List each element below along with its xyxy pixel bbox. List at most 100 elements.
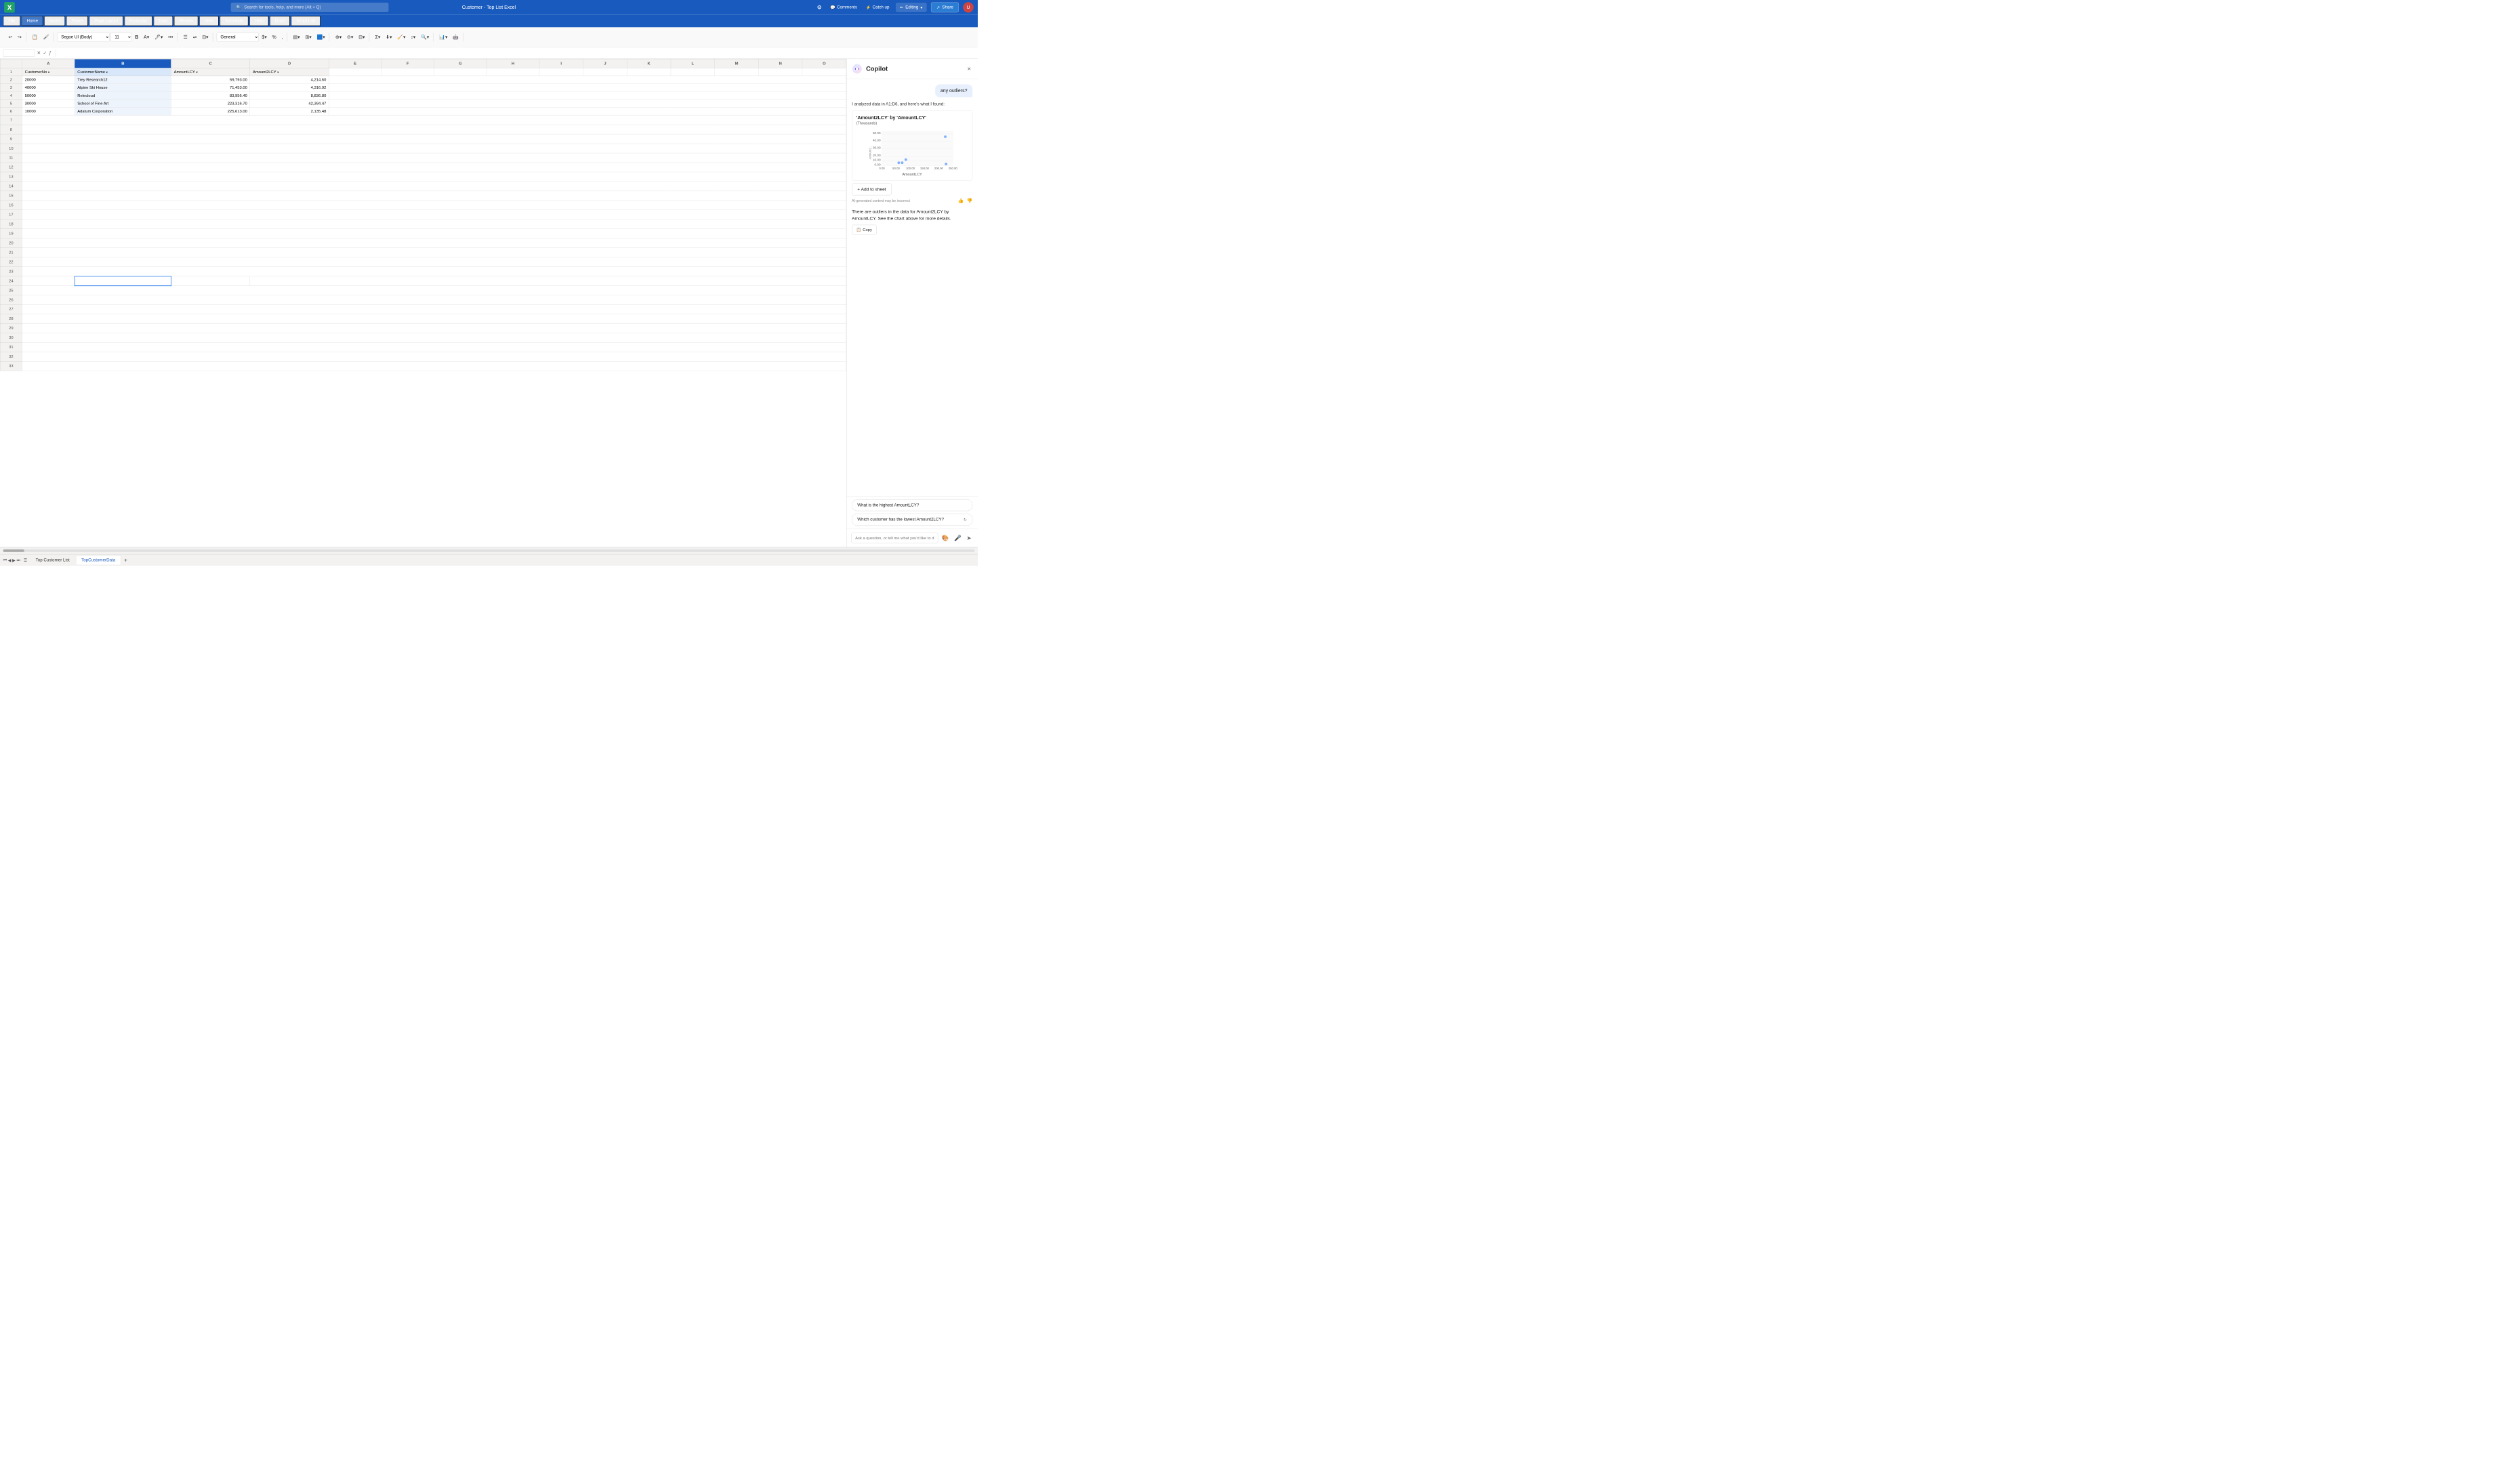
col-header-m[interactable]: M	[715, 59, 759, 68]
cell-c1[interactable]: AmountLCY ▾	[171, 68, 249, 76]
cell-a4[interactable]: 50000	[22, 91, 75, 100]
horizontal-scrollbar[interactable]	[3, 549, 975, 552]
menu-item-help[interactable]: Help	[249, 16, 268, 26]
cell-a1[interactable]: CustomerNo ▾	[22, 68, 75, 76]
last-sheet-button[interactable]: ⏭	[16, 558, 20, 563]
cell-a3[interactable]: 40000	[22, 84, 75, 92]
format-cells-button[interactable]: ⊟▾	[356, 33, 367, 42]
menu-item-draw[interactable]: Draw	[270, 16, 290, 26]
align-left-button[interactable]: ☰	[181, 33, 189, 42]
col-header-h[interactable]: H	[487, 59, 539, 68]
cell-f1[interactable]	[381, 68, 434, 76]
fill-button[interactable]: ⬇▾	[384, 33, 394, 42]
cell-a24[interactable]	[22, 276, 75, 286]
cell-a5[interactable]: 30000	[22, 100, 75, 108]
cell-b5[interactable]: School of Fine Art	[75, 100, 171, 108]
sheet-tab-2[interactable]: TopCustomerData	[76, 556, 121, 565]
copilot-input[interactable]	[851, 533, 938, 543]
sum-button[interactable]: Σ▾	[373, 33, 382, 42]
cell-b6[interactable]: Adatum Corporation	[75, 107, 171, 115]
col-header-k[interactable]: K	[627, 59, 671, 68]
thumbs-down-button[interactable]: 👎	[967, 198, 973, 203]
settings-button[interactable]: ⚙	[815, 2, 824, 13]
col-header-a[interactable]: A	[22, 59, 75, 68]
suggestion-chip-1[interactable]: What is the highest AmountLCY?	[852, 499, 972, 511]
menu-item-home[interactable]: Home	[22, 16, 43, 26]
cell-a6[interactable]: 10000	[22, 107, 75, 115]
currency-button[interactable]: $▾	[260, 33, 269, 42]
percent-button[interactable]: %	[270, 33, 278, 42]
menu-item-data[interactable]: Data	[153, 16, 173, 26]
add-sheet-button[interactable]: +	[122, 556, 129, 564]
cell-o1[interactable]	[802, 68, 846, 76]
menu-item-review[interactable]: Review	[174, 16, 199, 26]
find-button[interactable]: 🔍▾	[419, 33, 431, 42]
col-header-n[interactable]: N	[758, 59, 802, 68]
more-font-button[interactable]: •••	[166, 33, 175, 42]
cell-l1[interactable]	[671, 68, 715, 76]
cell-b3[interactable]: Alpine Ski House	[75, 84, 171, 92]
avatar[interactable]: U	[963, 2, 974, 13]
col-header-e[interactable]: E	[329, 59, 381, 68]
cell-d4[interactable]: 8,836.80	[250, 91, 329, 100]
confirm-formula-icon[interactable]: ✓	[43, 50, 47, 56]
cell-d6[interactable]: 2,135.48	[250, 107, 329, 115]
menu-item-automate[interactable]: Automate	[220, 16, 249, 26]
conditional-format-button[interactable]: ▤▾	[291, 33, 302, 42]
next-sheet-button[interactable]: ▶	[12, 558, 16, 563]
cell-c6[interactable]: 225,613.00	[171, 107, 249, 115]
cell-b4[interactable]: Relecloud	[75, 91, 171, 100]
col-header-g[interactable]: G	[434, 59, 487, 68]
wrap-text-button[interactable]: ⇌	[190, 33, 199, 42]
font-family-select[interactable]: Segoe UI (Body)	[57, 33, 110, 42]
col-header-f[interactable]: F	[381, 59, 434, 68]
search-bar[interactable]: 🔍 Search for tools, help, and more (Alt …	[231, 3, 389, 12]
copilot-ribbon-button[interactable]: 🤖	[451, 33, 461, 42]
spreadsheet[interactable]: A B C D E F G H I J K L M N O	[0, 59, 846, 547]
col-header-j[interactable]: J	[583, 59, 627, 68]
cell-c2[interactable]: 59,793.00	[171, 76, 249, 84]
undo-button[interactable]: ↩	[6, 33, 14, 42]
cell-d2[interactable]: 4,214.60	[250, 76, 329, 84]
format-painter-button[interactable]: 🖌	[41, 33, 51, 42]
col-header-c[interactable]: C	[171, 59, 249, 68]
cell-e1[interactable]	[329, 68, 381, 76]
cell-d1[interactable]: Amount2LCY ▾	[250, 68, 329, 76]
copilot-close-button[interactable]: ×	[966, 64, 972, 75]
format-as-table-button[interactable]: ⊞▾	[303, 33, 314, 42]
comments-button[interactable]: 💬 Comments	[828, 3, 859, 12]
cell-j1[interactable]	[583, 68, 627, 76]
all-sheets-button[interactable]: ☰	[24, 558, 28, 563]
col-header-d[interactable]: D	[250, 59, 329, 68]
thumbs-up-button[interactable]: 👍	[958, 198, 964, 203]
cell-c24[interactable]	[171, 276, 249, 286]
copilot-mic-button[interactable]: 🎤	[953, 533, 963, 543]
cell-styles-button[interactable]: 🟦▾	[314, 33, 327, 42]
formula-input[interactable]	[60, 49, 974, 56]
cell-k1[interactable]	[627, 68, 671, 76]
highlight-button[interactable]: 🖊▾	[152, 33, 165, 42]
share-button[interactable]: ↗ Share	[931, 2, 959, 12]
paste-button[interactable]: 📋	[30, 33, 40, 42]
analyze-data-button[interactable]: 📊▾	[437, 33, 449, 42]
cell-b2[interactable]: Trey Research12	[75, 76, 171, 84]
redo-button[interactable]: ↪	[16, 33, 24, 42]
add-to-sheet-button[interactable]: + Add to sheet	[852, 183, 892, 195]
cell-c5[interactable]: 223,316.70	[171, 100, 249, 108]
number-format-select[interactable]: General	[217, 33, 259, 42]
font-size-select[interactable]: 11	[111, 33, 132, 42]
delete-cells-button[interactable]: ⊖▾	[345, 33, 356, 42]
sheet-tab-1[interactable]: Top Customer List	[30, 556, 75, 564]
cell-n1[interactable]	[758, 68, 802, 76]
cell-g1[interactable]	[434, 68, 487, 76]
cell-m1[interactable]	[715, 68, 759, 76]
cell-c3[interactable]: 71,453.00	[171, 84, 249, 92]
editing-button[interactable]: ✏ Editing ▾	[896, 3, 927, 12]
menu-item-file[interactable]: File	[3, 16, 21, 26]
cancel-formula-icon[interactable]: ✕	[37, 50, 41, 56]
cell-d5[interactable]: 42,394.47	[250, 100, 329, 108]
menu-item-insert[interactable]: Insert	[44, 16, 65, 26]
menu-item-page-layout[interactable]: Page Layout	[89, 16, 123, 26]
copy-button[interactable]: 📋 Copy	[852, 225, 876, 235]
refresh-icon[interactable]: ↻	[964, 517, 967, 522]
